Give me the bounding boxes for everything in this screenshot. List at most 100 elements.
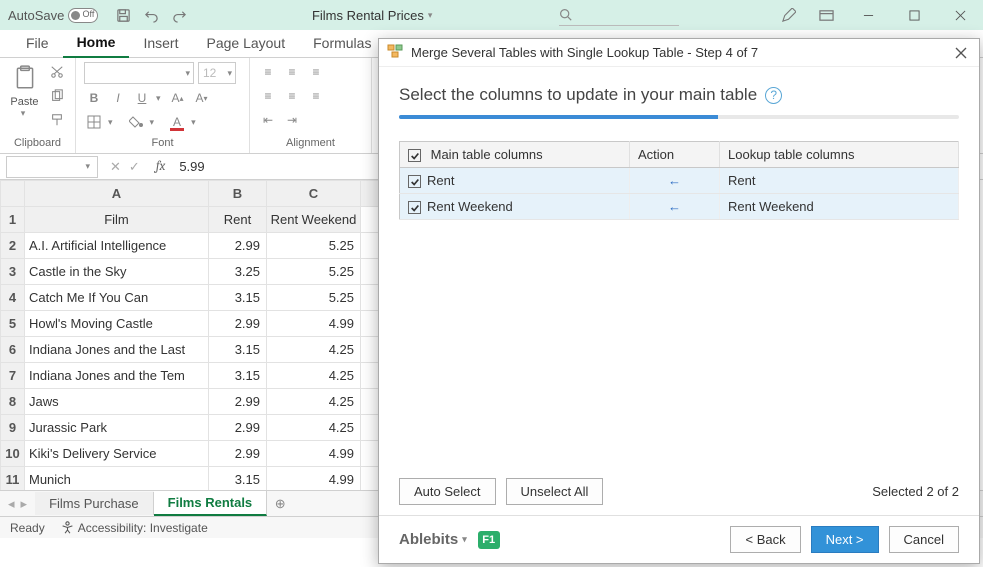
row-header[interactable]: 7 xyxy=(1,363,25,389)
help-icon[interactable]: ? xyxy=(765,87,782,104)
shrink-font-icon[interactable]: A▾ xyxy=(192,88,212,108)
align-right-icon[interactable]: ≡ xyxy=(306,86,326,106)
brand-label[interactable]: Ablebits▾ xyxy=(399,531,470,548)
autosave-toggle[interactable]: AutoSave Off xyxy=(8,8,98,23)
row-header[interactable]: 2 xyxy=(1,233,25,259)
font-color-icon[interactable]: A xyxy=(167,112,187,132)
cell[interactable]: 2.99 xyxy=(209,389,267,415)
cell[interactable]: Indiana Jones and the Tem xyxy=(25,363,209,389)
cell[interactable]: Castle in the Sky xyxy=(25,259,209,285)
align-middle-icon[interactable]: ≡ xyxy=(282,62,302,82)
row-header[interactable]: 8 xyxy=(1,389,25,415)
cell[interactable]: 5.25 xyxy=(267,233,361,259)
font-size-combo[interactable]: 12▾ xyxy=(198,62,236,84)
cell[interactable]: 3.15 xyxy=(209,363,267,389)
row-header[interactable]: 5 xyxy=(1,311,25,337)
cell[interactable]: 3.25 xyxy=(209,259,267,285)
f1-help-badge[interactable]: F1 xyxy=(478,531,500,549)
tab-file[interactable]: File xyxy=(12,29,63,57)
cell-header-rent[interactable]: Rent xyxy=(209,207,267,233)
align-center-icon[interactable]: ≡ xyxy=(282,86,302,106)
add-sheet-icon[interactable]: ⊕ xyxy=(267,496,293,512)
cell[interactable]: A.I. Artificial Intelligence xyxy=(25,233,209,259)
borders-icon[interactable] xyxy=(84,112,104,132)
fx-icon[interactable]: fx xyxy=(156,159,166,174)
cell[interactable]: 4.99 xyxy=(267,441,361,467)
col-header-c[interactable]: C xyxy=(267,181,361,207)
row-checkbox[interactable] xyxy=(408,201,421,214)
cell[interactable]: 4.25 xyxy=(267,415,361,441)
th-main-columns[interactable]: Main table columns xyxy=(400,142,630,168)
row-header[interactable]: 1 xyxy=(1,207,25,233)
cell[interactable]: 2.99 xyxy=(209,415,267,441)
align-top-icon[interactable]: ≡ xyxy=(258,62,278,82)
cancel-button[interactable]: Cancel xyxy=(889,526,959,553)
tab-formulas[interactable]: Formulas xyxy=(299,29,385,57)
cell[interactable]: 2.99 xyxy=(209,311,267,337)
th-lookup[interactable]: Lookup table columns xyxy=(720,142,959,168)
minimize-button[interactable] xyxy=(845,0,891,30)
table-row[interactable]: Rent ← Rent xyxy=(400,168,959,194)
cell[interactable]: 2.99 xyxy=(209,441,267,467)
cell[interactable]: Munich xyxy=(25,467,209,491)
fill-color-icon[interactable] xyxy=(126,112,146,132)
row-header[interactable]: 3 xyxy=(1,259,25,285)
bold-button[interactable]: B xyxy=(84,88,104,108)
search-box[interactable] xyxy=(559,4,679,26)
col-header-a[interactable]: A xyxy=(25,181,209,207)
align-bottom-icon[interactable]: ≡ xyxy=(306,62,326,82)
cut-icon[interactable] xyxy=(47,62,67,82)
name-box[interactable]: ▾ xyxy=(6,156,98,178)
th-action[interactable]: Action xyxy=(630,142,720,168)
ribbon-display-icon[interactable] xyxy=(817,6,835,24)
status-accessibility[interactable]: Accessibility: Investigate xyxy=(61,521,208,535)
lookup-cell[interactable]: Rent Weekend xyxy=(720,194,959,220)
cell[interactable]: 4.99 xyxy=(267,311,361,337)
row-header[interactable]: 6 xyxy=(1,337,25,363)
underline-button[interactable]: U xyxy=(132,88,152,108)
row-header[interactable]: 9 xyxy=(1,415,25,441)
cell[interactable]: Howl's Moving Castle xyxy=(25,311,209,337)
cell[interactable]: 2.99 xyxy=(209,233,267,259)
back-button[interactable]: < Back xyxy=(730,526,800,553)
undo-icon[interactable] xyxy=(142,6,160,24)
tab-insert[interactable]: Insert xyxy=(129,29,192,57)
copy-icon[interactable] xyxy=(47,86,67,106)
cell[interactable]: Kiki's Delivery Service xyxy=(25,441,209,467)
redo-icon[interactable] xyxy=(170,6,188,24)
tab-home[interactable]: Home xyxy=(63,28,130,58)
close-button[interactable] xyxy=(937,0,983,30)
grow-font-icon[interactable]: A▴ xyxy=(168,88,188,108)
format-painter-icon[interactable] xyxy=(47,110,67,130)
cell[interactable]: 3.15 xyxy=(209,285,267,311)
row-header[interactable]: 11 xyxy=(1,467,25,491)
tab-page-layout[interactable]: Page Layout xyxy=(192,29,299,57)
paste-button[interactable]: Paste ▾ xyxy=(8,62,41,119)
cell-header-film[interactable]: Film xyxy=(25,207,209,233)
auto-select-button[interactable]: Auto Select xyxy=(399,478,496,505)
col-header-b[interactable]: B xyxy=(209,181,267,207)
cell[interactable]: Jurassic Park xyxy=(25,415,209,441)
sheet-nav-prev-icon[interactable]: ◂ xyxy=(8,496,15,512)
dialog-close-icon[interactable] xyxy=(951,43,971,63)
cell[interactable]: 3.15 xyxy=(209,467,267,491)
title-dropdown-icon[interactable]: ▾ xyxy=(428,10,436,21)
row-header[interactable]: 10 xyxy=(1,441,25,467)
lookup-cell[interactable]: Rent xyxy=(720,168,959,194)
sheet-tab-purchase[interactable]: Films Purchase xyxy=(35,492,154,515)
cell[interactable]: Catch Me If You Can xyxy=(25,285,209,311)
cell[interactable]: Jaws xyxy=(25,389,209,415)
increase-indent-icon[interactable]: ⇥ xyxy=(282,110,302,130)
cell[interactable]: 3.15 xyxy=(209,337,267,363)
row-header[interactable]: 4 xyxy=(1,285,25,311)
sheet-tab-rentals[interactable]: Films Rentals xyxy=(154,491,268,516)
row-checkbox[interactable] xyxy=(408,175,421,188)
enter-formula-icon[interactable]: ✓ xyxy=(129,159,140,175)
unselect-all-button[interactable]: Unselect All xyxy=(506,478,604,505)
cancel-formula-icon[interactable]: ✕ xyxy=(110,159,121,175)
pen-icon[interactable] xyxy=(779,6,797,24)
save-icon[interactable] xyxy=(114,6,132,24)
maximize-button[interactable] xyxy=(891,0,937,30)
cell[interactable]: 5.25 xyxy=(267,259,361,285)
cell[interactable]: 5.25 xyxy=(267,285,361,311)
